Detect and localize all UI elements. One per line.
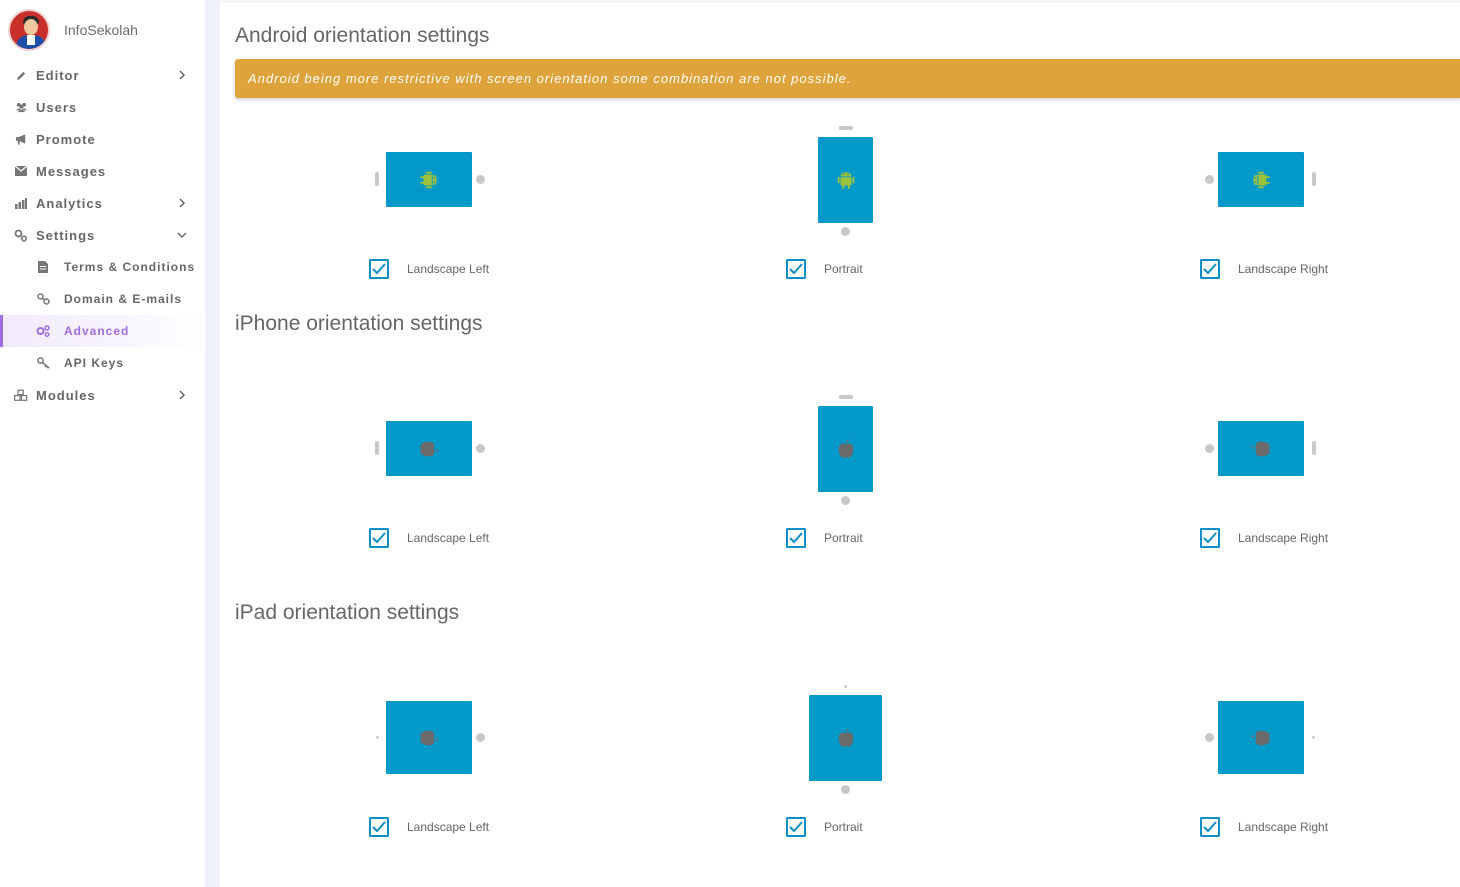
file-icon [36, 260, 50, 274]
avatar [8, 9, 50, 51]
option-label: Landscape Left [407, 820, 490, 834]
sidebar-item-messages[interactable]: Messages [0, 155, 205, 187]
sidebar-item-label: Messages [36, 163, 107, 179]
checkmark-icon [789, 532, 803, 544]
checkmark-icon [372, 263, 386, 275]
main-content: Android orientation settings Android bei… [220, 0, 1460, 887]
ipad-landscape-left-checkbox[interactable] [369, 817, 389, 837]
checkmark-icon [1203, 532, 1217, 544]
sidebar-item-label: Settings [36, 227, 96, 243]
bullhorn-icon [14, 132, 28, 146]
checkmark-icon [789, 821, 803, 833]
iphone-landscape-left-option[interactable]: Landscape Left [369, 527, 489, 549]
sidebar-divider [205, 0, 220, 887]
sidebar-item-label: Terms & Conditions [64, 260, 196, 274]
android-portrait-checkbox[interactable] [786, 259, 806, 279]
chevron-down-icon [177, 232, 187, 239]
option-label: Portrait [824, 820, 863, 834]
gears-icon [14, 228, 28, 242]
sidebar-item-label: API Keys [64, 356, 125, 370]
chevron-right-icon [179, 390, 186, 400]
checkmark-icon [1203, 263, 1217, 275]
chevron-right-icon [179, 70, 186, 80]
cubes-icon [14, 388, 28, 402]
android-section-title: Android orientation settings [235, 24, 490, 47]
ipad-portrait-option[interactable]: Portrait [786, 816, 863, 838]
sidebar-item-promote[interactable]: Promote [0, 123, 205, 155]
option-label: Landscape Left [407, 531, 490, 545]
sidebar-item-analytics[interactable]: Analytics [0, 187, 205, 219]
sidebar-item-modules[interactable]: Modules [0, 379, 205, 411]
android-icon [1253, 171, 1271, 188]
iphone-landscape-right-option[interactable]: Landscape Right [1200, 527, 1328, 549]
ipad-section-title: iPad orientation settings [235, 601, 460, 624]
ipad-landscape-right-checkbox[interactable] [1200, 817, 1220, 837]
brand-name: InfoSekolah [64, 22, 138, 38]
pencil-icon [14, 68, 28, 82]
users-icon [14, 100, 28, 114]
sidebar-item-label: Users [36, 99, 78, 115]
iphone-landscape-right-checkbox[interactable] [1200, 528, 1220, 548]
android-landscape-left-option[interactable]: Landscape Left [369, 258, 489, 280]
iphone-section-title: iPhone orientation settings [235, 312, 483, 335]
top-divider [220, 0, 1460, 3]
option-label: Landscape Right [1238, 531, 1329, 545]
sidebar-item-label: Analytics [36, 195, 103, 211]
sidebar-item-label: Modules [36, 387, 96, 403]
sidebar-item-editor[interactable]: Editor [0, 59, 205, 91]
ipad-landscape-left-option[interactable]: Landscape Left [369, 816, 489, 838]
iphone-portrait-checkbox[interactable] [786, 528, 806, 548]
cogs-icon [36, 324, 50, 338]
option-label: Portrait [824, 531, 863, 545]
checkmark-icon [789, 263, 803, 275]
android-landscape-right-option[interactable]: Landscape Right [1200, 258, 1328, 280]
android-landscape-left-checkbox[interactable] [369, 259, 389, 279]
key-icon [36, 356, 50, 370]
option-label: Portrait [824, 262, 863, 276]
sidebar-item-terms-conditions[interactable]: Terms & Conditions [0, 251, 205, 283]
sidebar-item-domain-emails[interactable]: Domain & E-mails [0, 283, 205, 315]
link-icon [36, 292, 50, 306]
android-landscape-right-checkbox[interactable] [1200, 259, 1220, 279]
bar-chart-icon [14, 196, 28, 210]
checkmark-icon [372, 532, 386, 544]
option-label: Landscape Left [407, 262, 490, 276]
ipad-portrait-checkbox[interactable] [786, 817, 806, 837]
sidebar-nav: Editor Users Promote Messages Analytics … [0, 59, 205, 411]
sidebar-item-label: Editor [36, 67, 80, 83]
apple-icon [420, 730, 439, 745]
checkmark-icon [372, 821, 386, 833]
iphone-portrait-option[interactable]: Portrait [786, 527, 863, 549]
android-warning-alert: Android being more restrictive with scre… [235, 59, 1460, 98]
apple-icon [420, 441, 439, 456]
sidebar-item-label: Promote [36, 131, 96, 147]
option-label: Landscape Right [1238, 262, 1329, 276]
android-portrait-option[interactable]: Portrait [786, 258, 863, 280]
sidebar-item-label: Advanced [64, 324, 130, 338]
ipad-landscape-right-option[interactable]: Landscape Right [1200, 816, 1328, 838]
sidebar-item-advanced[interactable]: Advanced [0, 315, 205, 347]
apple-icon [838, 439, 853, 458]
apple-icon [1251, 730, 1270, 745]
apple-icon [838, 728, 853, 747]
sidebar-item-settings[interactable]: Settings [0, 219, 205, 251]
brand[interactable]: InfoSekolah [8, 8, 138, 52]
android-icon [419, 171, 437, 188]
checkmark-icon [1203, 821, 1217, 833]
iphone-landscape-left-checkbox[interactable] [369, 528, 389, 548]
sidebar: InfoSekolah Editor Users Promote Message… [0, 0, 205, 887]
sidebar-item-users[interactable]: Users [0, 91, 205, 123]
sidebar-item-api-keys[interactable]: API Keys [0, 347, 205, 379]
envelope-icon [14, 164, 28, 178]
apple-icon [1251, 441, 1270, 456]
sidebar-item-label: Domain & E-mails [64, 292, 183, 306]
chevron-right-icon [179, 198, 186, 208]
android-icon [837, 172, 854, 190]
option-label: Landscape Right [1238, 820, 1329, 834]
